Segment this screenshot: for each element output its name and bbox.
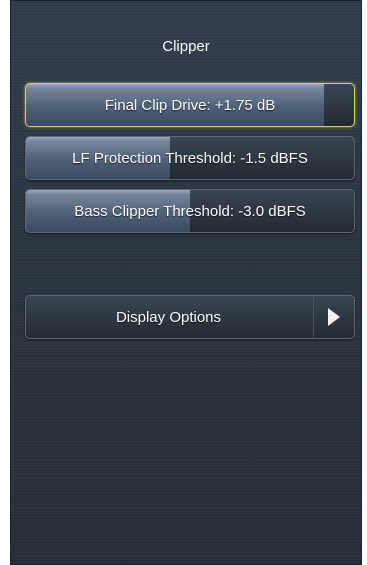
- bass-clipper-threshold-control[interactable]: Bass Clipper Threshold: -3.0 dBFS: [25, 189, 355, 233]
- display-options-button[interactable]: Display Options: [25, 295, 355, 339]
- clipper-panel: Clipper Final Clip Drive: +1.75 dB LF Pr…: [10, 0, 362, 565]
- page-title: Clipper: [162, 38, 210, 55]
- final-clip-drive-label: Final Clip Drive: +1.75 dB: [104, 96, 276, 114]
- final-clip-drive-control[interactable]: Final Clip Drive: +1.75 dB: [25, 83, 355, 127]
- display-options-label: Display Options: [115, 308, 222, 326]
- bass-clipper-threshold-label: Bass Clipper Threshold: -3.0 dBFS: [74, 202, 306, 220]
- chevron-right-icon: [328, 308, 340, 326]
- display-options-arrow-area[interactable]: [313, 296, 354, 338]
- lf-protection-threshold-control[interactable]: LF Protection Threshold: -1.5 dBFS: [25, 136, 355, 180]
- lf-protection-threshold-label: LF Protection Threshold: -1.5 dBFS: [72, 149, 308, 167]
